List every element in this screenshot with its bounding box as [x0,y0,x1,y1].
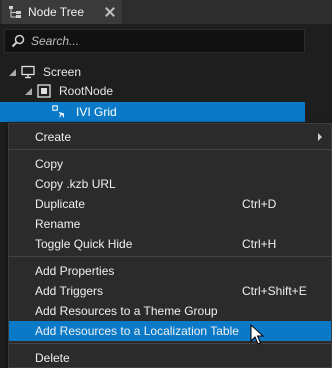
menu-item-add-properties[interactable]: Add Properties [9,261,331,281]
menu-item-rename[interactable]: Rename [9,214,331,234]
menu-item-label: Add Resources to a Theme Group [35,304,218,318]
menu-item-label: Copy [35,157,64,171]
expand-arrow-icon[interactable] [24,87,33,96]
menu-separator [9,256,331,257]
menu-item-add-resources-localization-table[interactable]: Add Resources to a Localization Table [9,321,331,341]
menu-item-label: Create [35,130,72,144]
menu-item-copy[interactable]: Copy [9,154,331,174]
menu-item-label: Delete [35,351,70,365]
tree-item-label: IVI Grid [76,105,117,119]
menu-item-label: Duplicate [35,197,86,211]
tree-item-label: RootNode [59,84,114,98]
menu-separator [9,149,331,150]
menu-item-toggle-quick-hide[interactable]: Toggle Quick Hide Ctrl+H [9,234,331,254]
search-input[interactable] [31,34,281,48]
menu-item-duplicate[interactable]: Duplicate Ctrl+D [9,194,331,214]
search-box [4,29,305,53]
menu-item-label: Toggle Quick Hide [35,237,133,251]
menu-item-shortcut: Ctrl+Shift+E [242,284,307,298]
tab-label: Node Tree [28,5,85,19]
tab-node-tree[interactable]: Node Tree [2,0,122,24]
menu-item-add-triggers[interactable]: Add Triggers Ctrl+Shift+E [9,281,331,301]
menu-item-label: Add Properties [35,264,115,278]
menu-item-create[interactable]: Create [9,127,331,147]
menu-item-copy-kzb-url[interactable]: Copy .kzb URL [9,174,331,194]
menu-item-shortcut: Ctrl+D [242,197,277,211]
tree-item-label: Screen [43,65,82,79]
tree-item-rootnode[interactable]: RootNode [24,81,113,101]
context-menu: Create Copy Copy .kzb URL Duplicate Ctrl… [8,123,332,368]
menu-item-label: Add Resources to a Localization Table [35,324,239,338]
panel-tab-bar: Node Tree [0,0,332,24]
expand-arrow-icon[interactable] [8,68,17,77]
menu-item-add-resources-theme-group[interactable]: Add Resources to a Theme Group [9,301,331,321]
mouse-pointer-icon [250,324,265,345]
square-node-icon [37,84,51,98]
tree-item-ivi-grid[interactable]: IVI Grid [52,102,117,122]
menu-item-delete[interactable]: Delete [9,348,331,368]
menu-item-label: Rename [35,217,81,231]
tree-item-screen[interactable]: Screen [8,62,81,82]
search-icon [11,34,25,48]
grid-node-icon [52,105,64,118]
monitor-icon [21,65,35,79]
submenu-arrow-icon [318,133,322,141]
menu-item-shortcut: Ctrl+H [242,237,277,251]
menu-separator [9,343,331,344]
selected-row-highlight [0,102,305,122]
close-icon[interactable] [104,6,116,18]
menu-item-label: Copy .kzb URL [35,177,116,191]
tree-icon [9,6,21,18]
menu-item-label: Add Triggers [35,284,104,298]
